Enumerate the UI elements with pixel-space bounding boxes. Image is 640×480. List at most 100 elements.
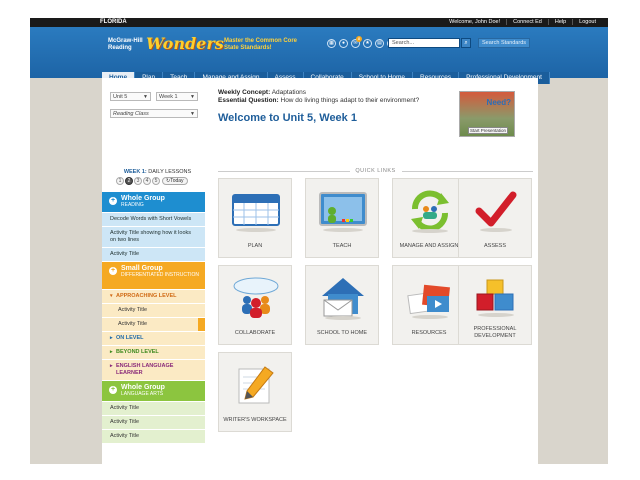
- sidebar-item[interactable]: Activity Title: [102, 304, 205, 318]
- brand-line-2: Reading: [108, 45, 132, 51]
- sidebar-item[interactable]: Activity Title showing how it looks on t…: [102, 227, 205, 248]
- day-1-button[interactable]: 1: [116, 177, 124, 185]
- class-select[interactable]: Reading Class ▼: [110, 109, 198, 118]
- cycle-icon: [411, 190, 449, 233]
- today-label: Today: [170, 178, 184, 184]
- sidebar-category-label: BEYOND LEVEL: [116, 349, 159, 355]
- search-input[interactable]: Search...: [388, 38, 460, 48]
- book-icon[interactable]: ▤: [375, 39, 384, 48]
- unit-select[interactable]: Unit 5 ▼: [110, 92, 151, 101]
- brand-line-1: McGraw-Hill: [108, 38, 143, 44]
- utility-links: Welcome, John Doe! Connect Ed Help Logou…: [443, 19, 602, 25]
- day-4-button[interactable]: 4: [143, 177, 151, 185]
- tile-label: WRITER'S WORKSPACE: [223, 417, 287, 423]
- tile-label: COLLABORATE: [234, 330, 276, 336]
- quick-link-collaborate[interactable]: COLLABORATE: [218, 265, 292, 345]
- selection-marker: [198, 318, 205, 331]
- notification-icon[interactable]: ✉ 8: [351, 36, 362, 48]
- quick-link-plan[interactable]: PLAN: [218, 178, 292, 258]
- day-2-button[interactable]: 2: [125, 177, 133, 185]
- user-icon[interactable]: ●: [339, 39, 348, 48]
- lesson-sidebar: + Whole Group READING Decode Words with …: [102, 192, 205, 444]
- sidebar-header-title: Whole Group: [121, 384, 165, 391]
- sidebar-item[interactable]: Activity Title: [102, 248, 205, 262]
- quick-link-resources[interactable]: RESOURCES: [392, 265, 466, 345]
- sidebar-whole-group-reading[interactable]: + Whole Group READING: [102, 192, 205, 213]
- sidebar-item[interactable]: Activity Title: [102, 430, 205, 444]
- sidebar-header-title: Whole Group: [121, 195, 165, 202]
- quick-link-manage-assign[interactable]: MANAGE AND ASSIGN: [392, 178, 466, 258]
- connect-ed-link[interactable]: Connect Ed: [506, 19, 548, 25]
- caret-right-icon: ▸: [110, 349, 113, 355]
- caret-right-icon: ▸: [110, 363, 113, 369]
- state-label: FLORIDA: [100, 19, 127, 25]
- main-panel: Unit 5 ▼ Week 1 ▼ Reading Class ▼ Weekly Co…: [102, 78, 538, 464]
- daily-lessons-label: WEEK 1: DAILY LESSONS: [110, 169, 205, 175]
- tile-label: RESOURCES: [411, 330, 447, 336]
- tagline-line-2: State Standards!: [224, 45, 272, 51]
- sidebar-item[interactable]: Activity Title: [102, 402, 205, 416]
- tile-label: MANAGE AND ASSIGN: [399, 243, 459, 249]
- sidebar-small-group[interactable]: + Small Group DIFFERENTIATED INSTRUCTION: [102, 262, 205, 290]
- calendar-icon[interactable]: ▦: [327, 39, 336, 48]
- week-select[interactable]: Week 1 ▼: [156, 92, 198, 101]
- tile-label: ASSESS: [483, 243, 506, 249]
- chevron-down-icon: ▼: [143, 94, 148, 100]
- checkmark-icon: [475, 191, 517, 232]
- page-title: Welcome to Unit 5, Week 1: [218, 112, 357, 124]
- tagline: Master the Common Core State Standards!: [224, 38, 297, 52]
- sidebar-on-level[interactable]: ▸ ON LEVEL: [102, 332, 205, 346]
- quick-link-writers-workspace[interactable]: WRITER'S WORKSPACE: [218, 352, 292, 432]
- search-standards-button[interactable]: Search Standards: [478, 38, 530, 48]
- quick-link-teach[interactable]: TEACH: [305, 178, 379, 258]
- sidebar-approaching-level[interactable]: ▾ APPROACHING LEVEL: [102, 290, 205, 304]
- start-presentation-button[interactable]: Start Presentation: [468, 127, 508, 134]
- weekly-concept-value: Adaptations: [271, 89, 307, 96]
- week-select-value: Week 1: [159, 94, 178, 100]
- sidebar-header-subtitle: DIFFERENTIATED INSTRUCTION: [121, 272, 199, 278]
- day-selector: 1 2 3 4 5 ↻Today: [116, 177, 188, 185]
- wonders-logo[interactable]: Wonders: [146, 34, 224, 53]
- caret-down-icon: ▾: [110, 293, 113, 299]
- help-link[interactable]: Help: [547, 19, 572, 25]
- star-icon[interactable]: ★: [363, 39, 372, 48]
- promo-text: Need?: [486, 98, 511, 107]
- chevron-down-icon: ▼: [190, 111, 195, 117]
- sidebar-category-label: ON LEVEL: [116, 335, 144, 341]
- blocks-icon: [476, 279, 514, 317]
- caret-right-icon: ▸: [110, 335, 113, 341]
- logout-link[interactable]: Logout: [572, 19, 602, 25]
- chevron-down-icon: ▼: [190, 94, 195, 100]
- header-icon-group: ▦ ● ✉8 ★ ▤ ✱: [327, 36, 396, 48]
- search-icon[interactable]: ⌕: [461, 38, 471, 48]
- sidebar-category-label: APPROACHING LEVEL: [116, 293, 177, 299]
- quick-link-assess[interactable]: ASSESS: [458, 178, 532, 258]
- unit-select-value: Unit 5: [113, 94, 128, 100]
- day-3-button[interactable]: 3: [134, 177, 142, 185]
- tile-label-text: PROFESSIONAL DEVELOPMENT: [473, 326, 517, 339]
- essential-question-label: Essential Question:: [218, 97, 279, 104]
- top-utility-bar: FLORIDA Welcome, John Doe! Connect Ed He…: [30, 18, 608, 27]
- plus-icon: +: [109, 386, 117, 394]
- sidebar-beyond-level[interactable]: ▸ BEYOND LEVEL: [102, 346, 205, 360]
- tile-label: PROFESSIONAL DEVELOPMENT: [459, 326, 531, 340]
- app-frame: FLORIDA Welcome, John Doe! Connect Ed He…: [30, 18, 608, 464]
- quick-link-professional-development[interactable]: PROFESSIONAL DEVELOPMENT: [458, 265, 532, 345]
- promo-card[interactable]: Need? Start Presentation: [459, 91, 515, 137]
- pencil-paper-icon: [238, 366, 274, 404]
- sidebar-item[interactable]: Decode Words with Short Vowels: [102, 213, 205, 227]
- sidebar-category-label: ENGLISH LANGUAGE LEARNER: [116, 363, 174, 376]
- class-select-value: Reading Class: [113, 111, 149, 117]
- quick-link-school-to-home[interactable]: SCHOOL TO HOME: [305, 265, 379, 345]
- welcome-text: Welcome, John Doe!: [449, 19, 501, 25]
- sidebar-item[interactable]: Activity Title: [102, 416, 205, 430]
- sidebar-whole-group-la[interactable]: + Whole Group LANGUAGE ARTS: [102, 381, 205, 402]
- tile-label: TEACH: [332, 243, 352, 249]
- site-header: McGraw-Hill Reading Wonders Master the C…: [30, 27, 608, 84]
- sidebar-item-selected[interactable]: Activity Title: [102, 318, 205, 332]
- sidebar-header-title: Small Group: [121, 265, 163, 272]
- day-5-button[interactable]: 5: [152, 177, 160, 185]
- sidebar-ell[interactable]: ▸ ENGLISH LANGUAGE LEARNER: [102, 360, 205, 381]
- tagline-line-1: Master the Common Core: [224, 38, 298, 44]
- today-button[interactable]: ↻Today: [162, 177, 188, 185]
